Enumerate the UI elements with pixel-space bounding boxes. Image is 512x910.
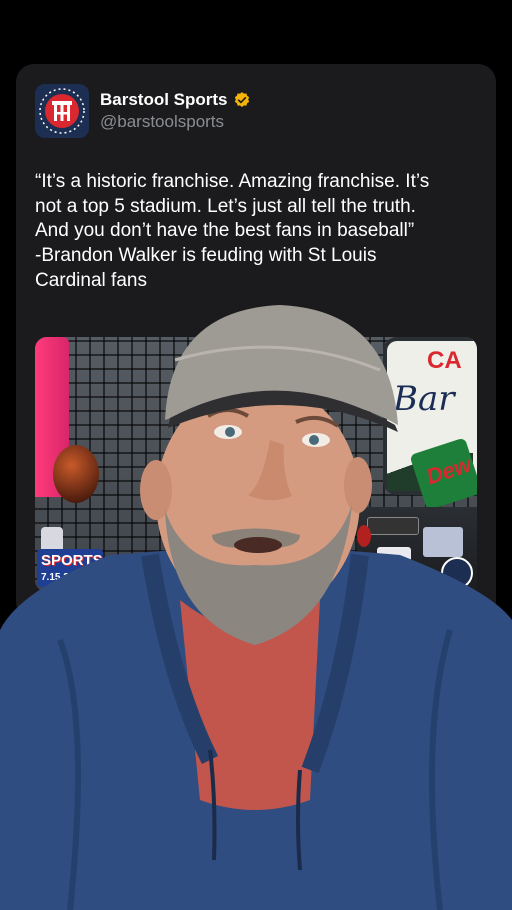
tweet-line: And you don’t have the best fans in base… bbox=[35, 220, 415, 242]
tweet-line: “It’s a historic franchise. Amazing fran… bbox=[35, 171, 430, 192]
tweet-line: -Brandon Walker is feuding with St Louis bbox=[35, 245, 377, 267]
reaction-person bbox=[0, 300, 512, 910]
verified-badge-icon bbox=[234, 92, 249, 107]
barstool-avatar[interactable] bbox=[35, 84, 89, 138]
person-illustration bbox=[0, 305, 512, 910]
user-handle[interactable]: @barstoolsports bbox=[100, 112, 224, 132]
tweet-line: not a top 5 stadium. Let’s just all tell… bbox=[35, 195, 416, 217]
author-row: Barstool Sports bbox=[100, 90, 251, 110]
display-name[interactable]: Barstool Sports bbox=[100, 90, 228, 110]
tweet-line: Cardinal fans bbox=[35, 269, 147, 291]
barstool-logo-icon bbox=[35, 84, 89, 138]
tweet-text: “It’s a historic franchise. Amazing fran… bbox=[35, 170, 485, 293]
